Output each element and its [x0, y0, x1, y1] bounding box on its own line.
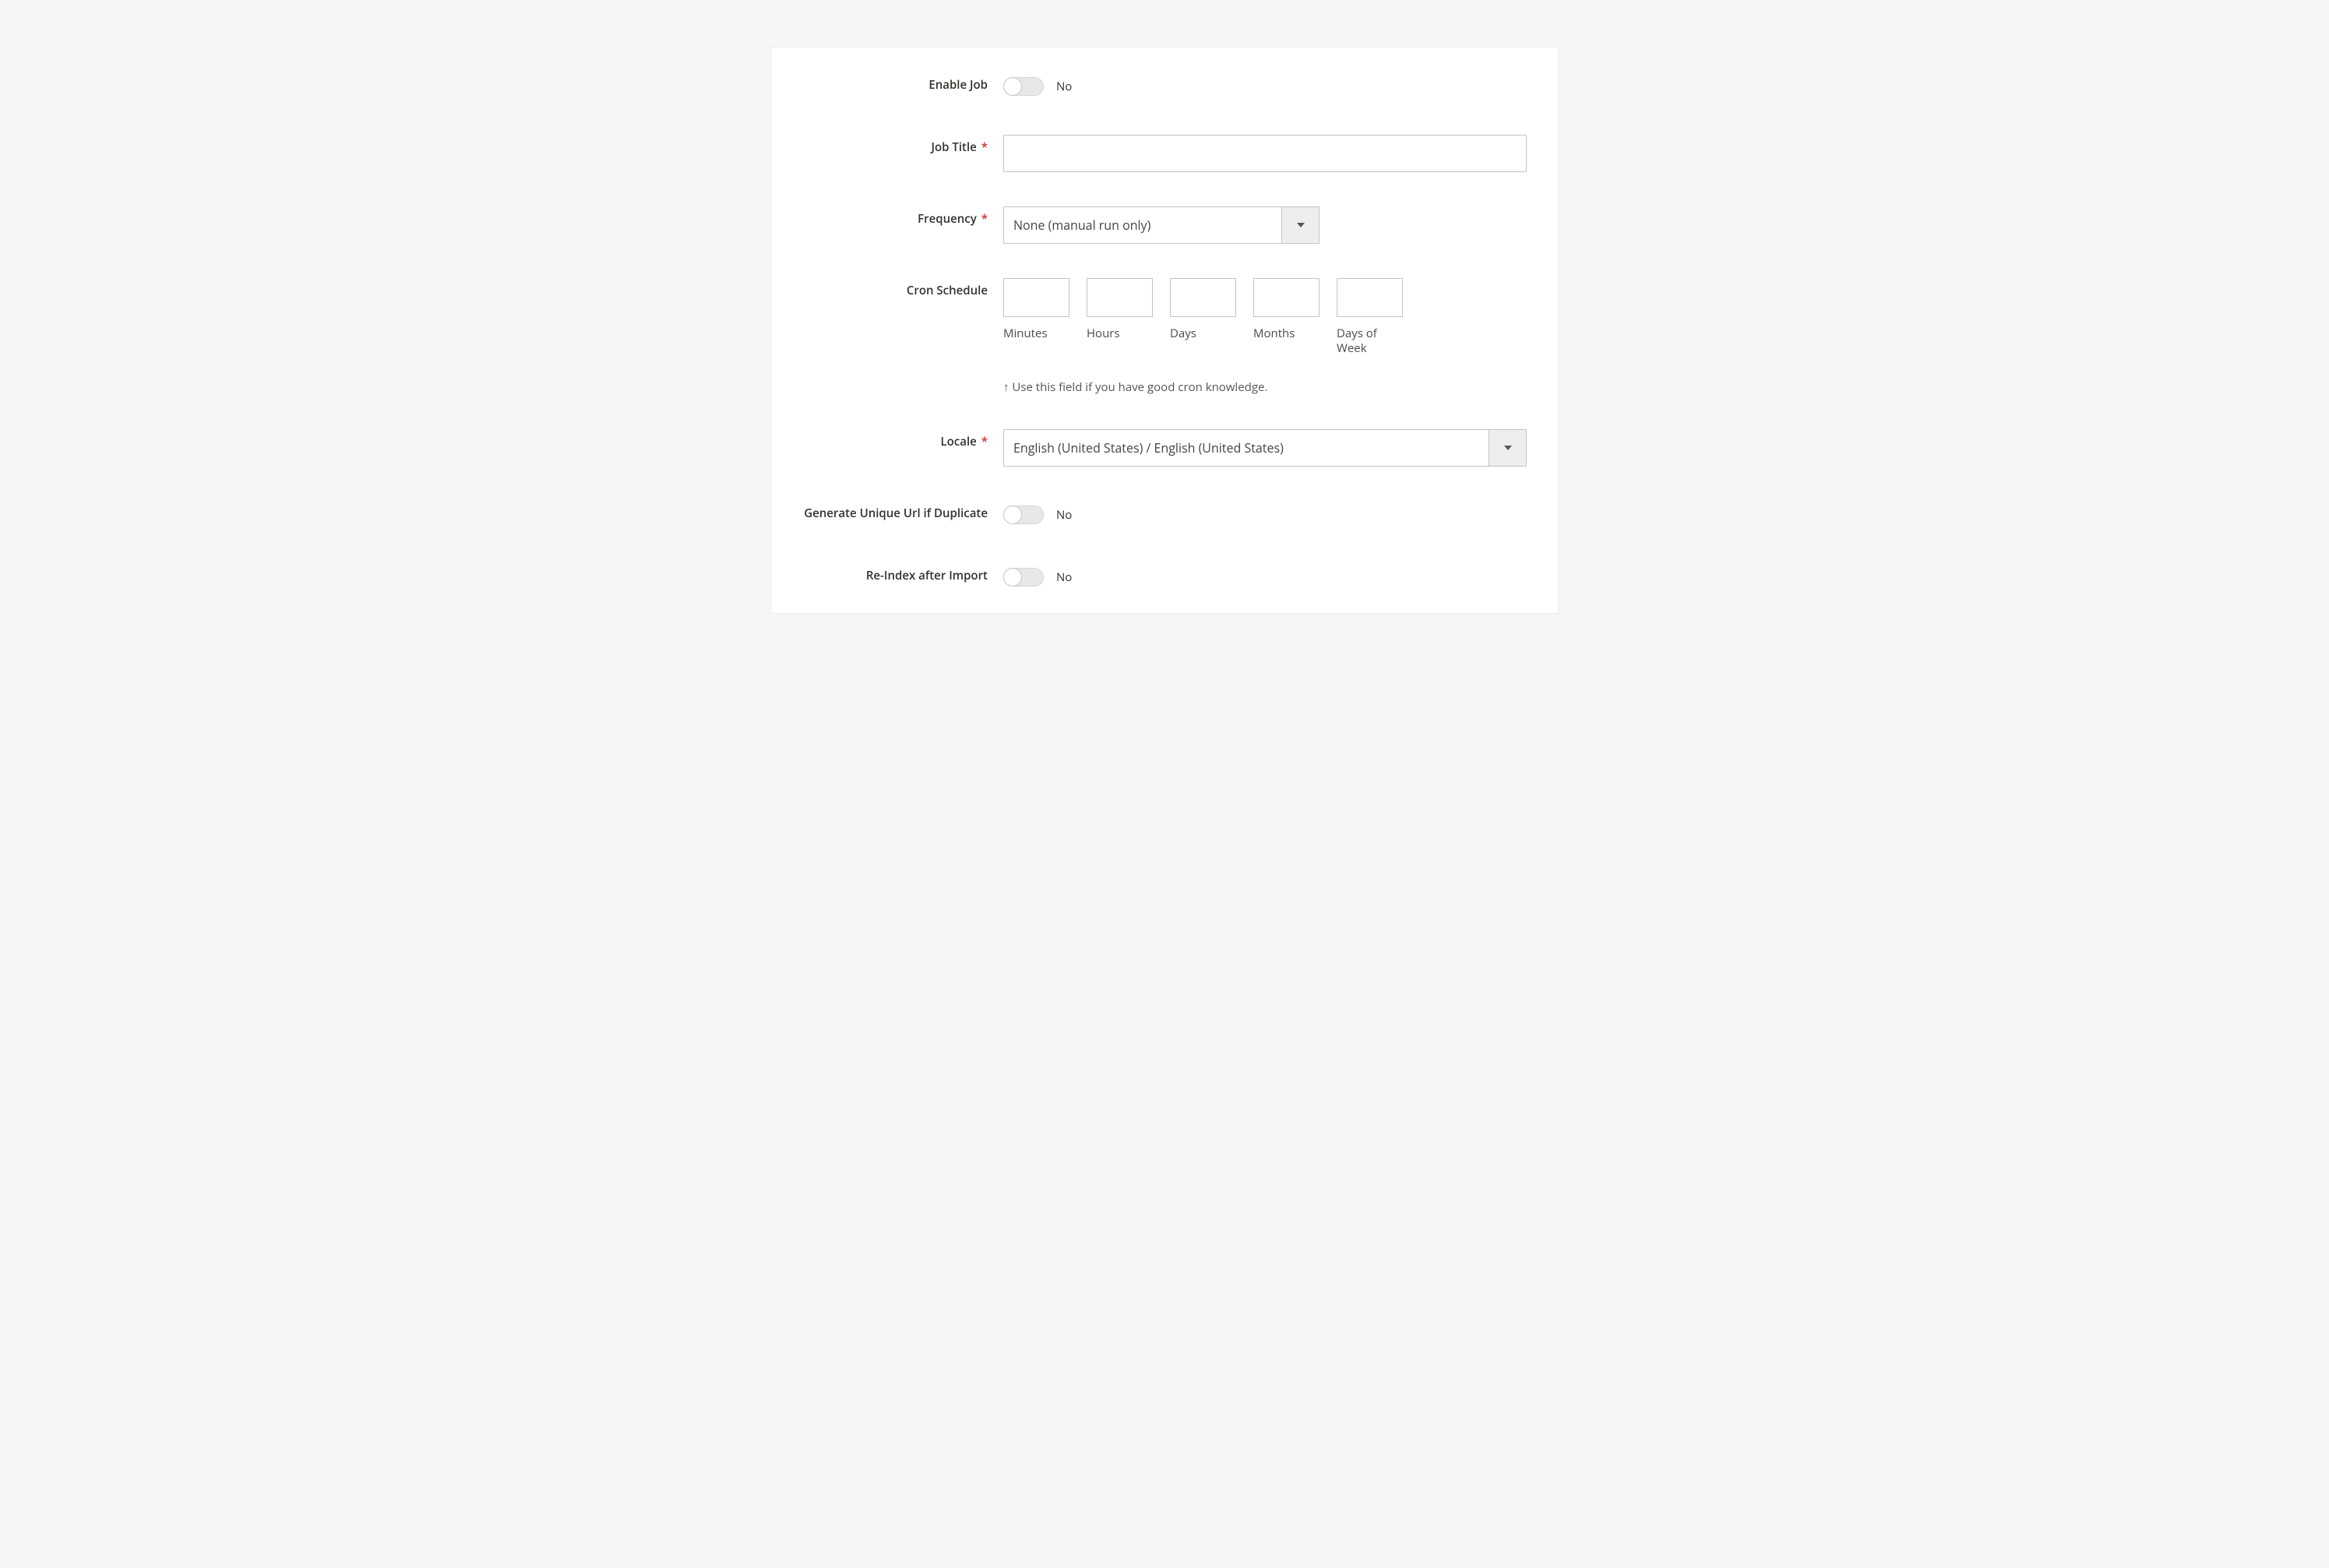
- reindex-after-import-label: Re-Index after Import: [802, 563, 1003, 583]
- cron-hint-text: ↑ Use this field if you have good cron k…: [1003, 379, 1527, 395]
- cron-hours-caption: Hours: [1087, 326, 1153, 341]
- reindex-after-import-value: No: [1056, 569, 1072, 585]
- cron-minutes-caption: Minutes: [1003, 326, 1069, 341]
- frequency-select[interactable]: None (manual run only): [1003, 206, 1320, 244]
- cron-schedule-label: Cron Schedule: [802, 278, 1003, 298]
- row-job-title: Job Title*: [802, 135, 1527, 172]
- cron-months-caption: Months: [1253, 326, 1320, 341]
- job-title-label: Job Title*: [802, 135, 1003, 155]
- row-generate-unique-url: Generate Unique Url if Duplicate No: [802, 501, 1527, 529]
- row-frequency: Frequency* None (manual run only): [802, 206, 1527, 244]
- cron-days-caption: Days: [1170, 326, 1236, 341]
- toggle-knob-icon: [1003, 568, 1022, 587]
- enable-job-toggle[interactable]: [1003, 77, 1044, 96]
- row-cron-schedule: Cron Schedule Minutes Hours Days Months: [802, 278, 1527, 395]
- cron-dow-caption: Days of Week: [1337, 326, 1403, 356]
- locale-value: English (United States) / English (Unite…: [1004, 430, 1489, 466]
- row-locale: Locale* English (United States) / Englis…: [802, 429, 1527, 467]
- enable-job-value: No: [1056, 79, 1072, 94]
- cron-days-input[interactable]: [1170, 278, 1236, 317]
- cron-minutes-input[interactable]: [1003, 278, 1069, 317]
- row-reindex-after-import: Re-Index after Import No: [802, 563, 1527, 591]
- chevron-down-icon: [1489, 430, 1526, 466]
- toggle-knob-icon: [1003, 506, 1022, 524]
- required-mark: *: [981, 139, 988, 155]
- generate-unique-url-label: Generate Unique Url if Duplicate: [802, 501, 1003, 521]
- locale-select[interactable]: English (United States) / English (Unite…: [1003, 429, 1527, 467]
- cron-months-input[interactable]: [1253, 278, 1320, 317]
- reindex-after-import-toggle[interactable]: [1003, 568, 1044, 587]
- toggle-knob-icon: [1003, 77, 1022, 96]
- frequency-value: None (manual run only): [1004, 207, 1281, 243]
- enable-job-label: Enable Job: [802, 72, 1003, 93]
- job-title-input[interactable]: [1003, 135, 1527, 172]
- cron-hours-input[interactable]: [1087, 278, 1153, 317]
- locale-label: Locale*: [802, 429, 1003, 449]
- required-mark: *: [981, 211, 988, 227]
- chevron-down-icon: [1281, 207, 1319, 243]
- row-enable-job: Enable Job No: [802, 72, 1527, 100]
- cron-dow-input[interactable]: [1337, 278, 1403, 317]
- cron-inputs-group: Minutes Hours Days Months Days of Week: [1003, 278, 1527, 356]
- settings-card: Enable Job No Job Title* Frequency* None…: [770, 47, 1559, 614]
- generate-unique-url-value: No: [1056, 507, 1072, 523]
- required-mark: *: [981, 434, 988, 449]
- generate-unique-url-toggle[interactable]: [1003, 506, 1044, 524]
- frequency-label: Frequency*: [802, 206, 1003, 227]
